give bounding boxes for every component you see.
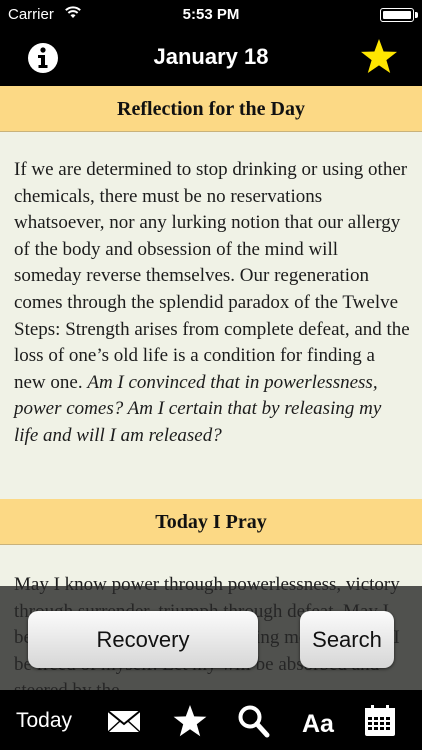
font-size-icon[interactable]: Aa <box>300 704 336 738</box>
star-icon[interactable] <box>360 38 398 76</box>
reflection-body: If we are determined to stop drinking or… <box>14 159 410 446</box>
status-time: 5:53 PM <box>182 6 240 23</box>
reflection-header: Reflection for the Day <box>0 86 422 132</box>
mail-icon[interactable] <box>106 704 142 738</box>
search-button[interactable]: Search <box>300 611 394 668</box>
nav-bar: January 18 <box>0 30 422 86</box>
tab-bar: Today Aa <box>0 690 422 750</box>
recovery-button[interactable]: Recovery <box>28 611 258 668</box>
tab-today[interactable]: Today <box>16 709 72 733</box>
star-icon[interactable] <box>172 704 208 738</box>
calendar-icon[interactable] <box>362 704 398 738</box>
battery-icon <box>380 8 418 22</box>
status-bar: Carrier 5:53 PM <box>0 0 422 30</box>
search-icon[interactable] <box>236 704 272 738</box>
category-overlay: Recovery Search <box>0 586 422 690</box>
svg-text:Aa: Aa <box>302 710 335 738</box>
page-title: January 18 <box>153 44 269 69</box>
prayer-header: Today I Pray <box>0 499 422 545</box>
